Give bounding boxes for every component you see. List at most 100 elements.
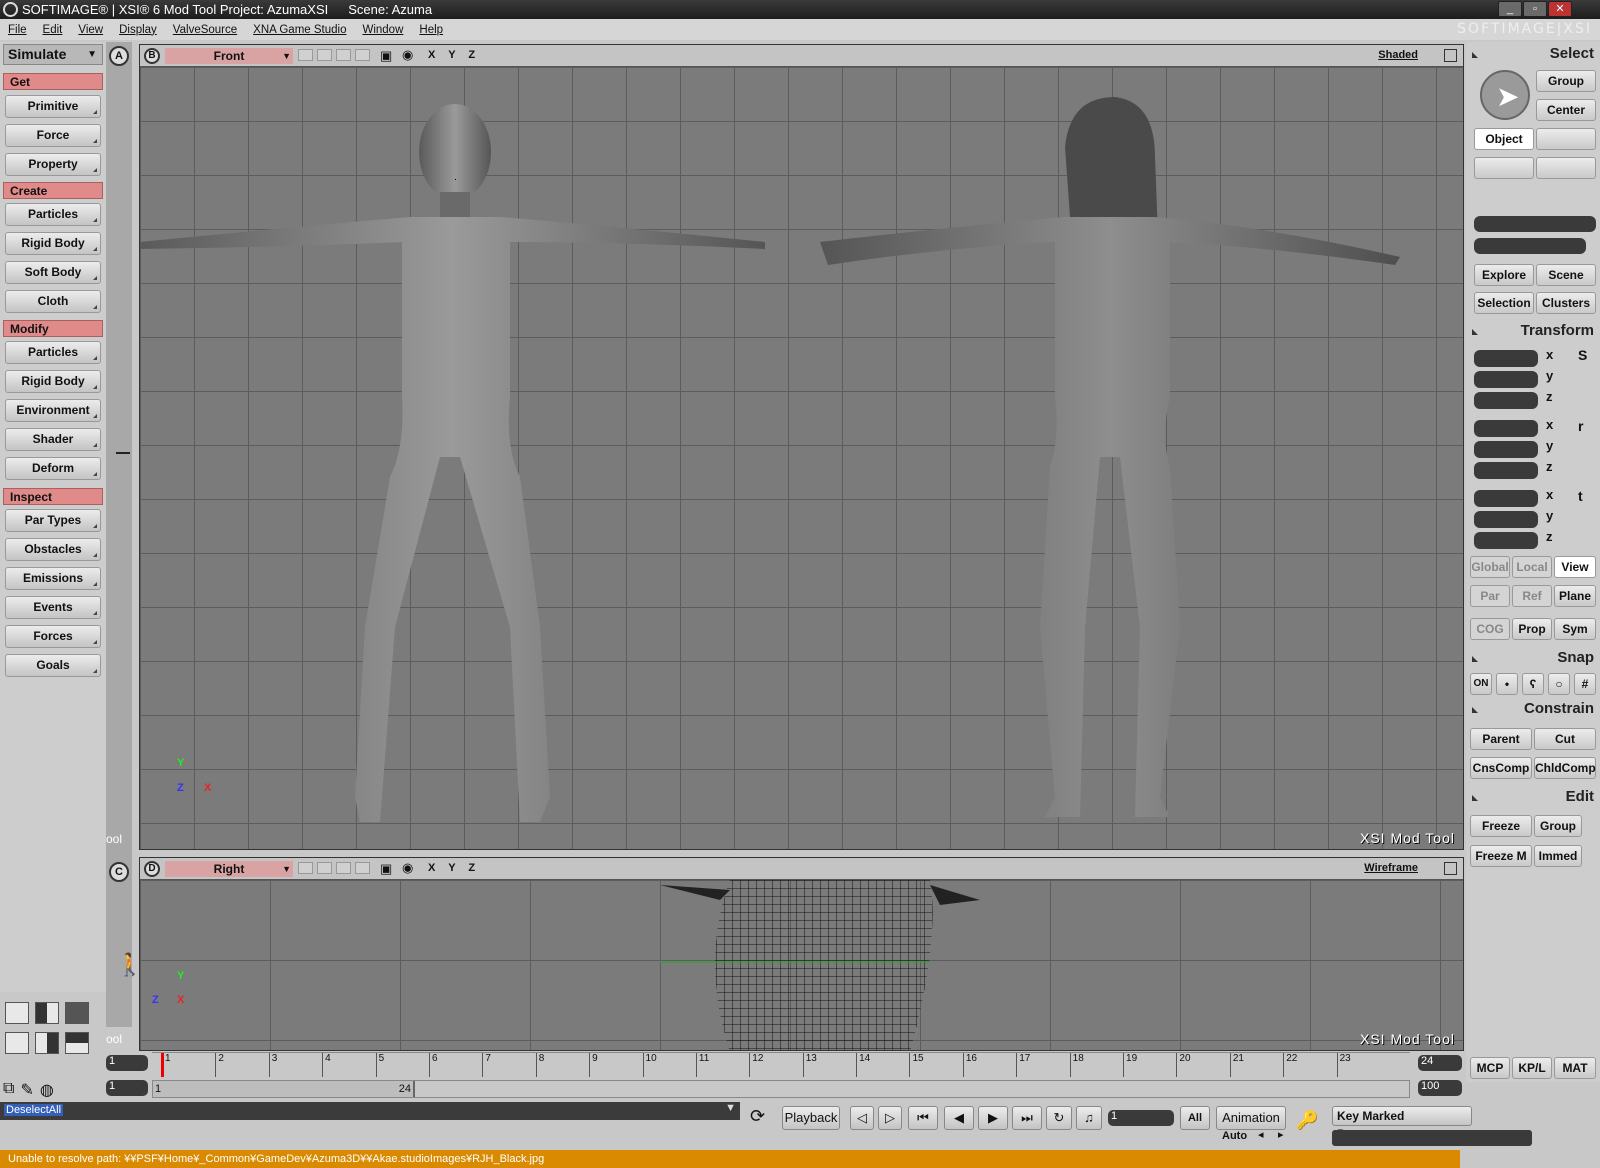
create-cloth-button[interactable]: Cloth (5, 290, 101, 313)
eye-icon[interactable]: ◉ (402, 860, 413, 876)
view-button[interactable]: View (1554, 556, 1596, 578)
toggle-1[interactable] (298, 49, 313, 61)
parameter-field[interactable] (1332, 1130, 1532, 1146)
left-model[interactable] (140, 104, 765, 822)
range-slider[interactable]: 1 24 (152, 1080, 1410, 1098)
select-group-button[interactable]: Group (1536, 70, 1596, 92)
create-particles-button[interactable]: Particles (5, 203, 101, 226)
prev-key-icon[interactable]: ◁ (850, 1106, 874, 1130)
playhead[interactable] (161, 1053, 164, 1077)
last-frame-icon[interactable]: ⏭ (1012, 1106, 1042, 1130)
viewport-camera-select-2[interactable]: Right (165, 861, 293, 877)
key-prev-icon[interactable]: ◂ (1258, 1128, 1264, 1141)
play-backward-icon[interactable]: ◀ (944, 1106, 974, 1130)
ref-button[interactable]: Ref (1512, 585, 1552, 607)
kpl-tab[interactable]: KP/L (1512, 1057, 1552, 1079)
select-object-button[interactable]: Object (1474, 128, 1534, 150)
create-rigid-body-button[interactable]: Rigid Body (5, 232, 101, 255)
animation-menu-button[interactable]: Animation (1216, 1106, 1286, 1130)
mode-selector[interactable]: Simulate ▼ (3, 44, 103, 65)
inspect-forces-button[interactable]: Forces (5, 625, 101, 648)
play-forward-icon[interactable]: ▶ (978, 1106, 1008, 1130)
menu-display[interactable]: Display (119, 24, 157, 36)
inspect-goals-button[interactable]: Goals (5, 654, 101, 677)
mat-tab[interactable]: MAT (1554, 1057, 1596, 1079)
link-icon[interactable]: ⟳ (750, 1106, 765, 1127)
viewport-axis-toggles[interactable]: X Y Z (428, 49, 480, 61)
menu-xna[interactable]: XNA Game Studio (253, 24, 346, 36)
viewport-camera-select[interactable]: Front (165, 48, 293, 64)
toggle-2[interactable] (317, 862, 332, 874)
toggle-2[interactable] (317, 49, 332, 61)
palette-icon[interactable]: ◍ (40, 1080, 54, 1100)
snap-header[interactable]: Snap (1470, 649, 1598, 669)
snap-surface-icon[interactable]: ○ (1548, 673, 1570, 695)
camera-icon[interactable]: ▣ (380, 861, 392, 877)
brush-icon[interactable]: ✎ (20, 1080, 33, 1100)
select-arrow-icon[interactable]: ➤ (1480, 70, 1530, 120)
scale-mode-button[interactable]: S (1578, 347, 1587, 363)
modify-particles-button[interactable]: Particles (5, 341, 101, 364)
explore-button[interactable]: Explore (1474, 264, 1534, 286)
close-button[interactable]: ✕ (1548, 1, 1572, 17)
layout-split-icon[interactable] (35, 1002, 59, 1024)
toggle-1[interactable] (298, 862, 313, 874)
loop-icon[interactable]: ↻ (1046, 1106, 1072, 1130)
get-primitive-button[interactable]: Primitive (5, 95, 101, 118)
viewport-axis-toggles-2[interactable]: X Y Z (428, 862, 480, 874)
cog-button[interactable]: COG (1470, 618, 1510, 640)
viewport-a-toggle[interactable]: A (109, 46, 129, 66)
viewport-b-letter[interactable]: B (144, 48, 160, 64)
inspect-obstacles-button[interactable]: Obstacles (5, 538, 101, 561)
timeline-start-field[interactable]: 1 (106, 1055, 148, 1071)
scale-y-field[interactable] (1474, 371, 1538, 388)
select-center-button[interactable]: Center (1536, 99, 1596, 121)
sym-button[interactable]: Sym (1554, 618, 1596, 640)
rotate-mode-button[interactable]: r (1578, 418, 1583, 434)
select-header[interactable]: Select (1470, 45, 1598, 65)
audio-icon[interactable]: ♫ (1076, 1106, 1102, 1130)
plane-button[interactable]: Plane (1554, 585, 1596, 607)
toggle-4[interactable] (355, 49, 370, 61)
section-get[interactable]: Get (3, 73, 103, 90)
toggle-3[interactable] (336, 862, 351, 874)
select-blank-3[interactable] (1536, 157, 1596, 179)
key-next-icon[interactable]: ▸ (1278, 1128, 1284, 1141)
freeze-m-button[interactable]: Freeze M (1470, 845, 1532, 867)
chldcomp-button[interactable]: ChldComp (1534, 757, 1596, 779)
selection-filter-field[interactable] (1474, 238, 1586, 254)
snap-curve-icon[interactable]: ʕ (1522, 673, 1544, 695)
scene-button[interactable]: Scene (1536, 264, 1596, 286)
create-soft-body-button[interactable]: Soft Body (5, 261, 101, 284)
command-bar[interactable]: DeselectAll ▼ (0, 1102, 740, 1120)
rotate-y-field[interactable] (1474, 441, 1538, 458)
rotate-x-field[interactable] (1474, 420, 1538, 437)
layout-quad-icon[interactable] (5, 1002, 29, 1024)
select-blank-1[interactable] (1536, 128, 1596, 150)
minimize-button[interactable]: _ (1498, 1, 1522, 17)
cnscomp-button[interactable]: CnsComp (1470, 757, 1532, 779)
auto-key-button[interactable]: Auto (1222, 1130, 1247, 1142)
translate-y-field[interactable] (1474, 511, 1538, 528)
menu-edit[interactable]: Edit (43, 24, 63, 36)
inspect-events-button[interactable]: Events (5, 596, 101, 619)
key-marked-parameters-button[interactable]: Key Marked Parameters (1332, 1106, 1472, 1141)
display-mode-select-2[interactable]: Wireframe (1364, 862, 1418, 874)
scale-z-field[interactable] (1474, 392, 1538, 409)
modify-shader-button[interactable]: Shader (5, 428, 101, 451)
translate-z-field[interactable] (1474, 532, 1538, 549)
get-property-button[interactable]: Property (5, 153, 101, 176)
menu-window[interactable]: Window (362, 24, 403, 36)
section-inspect[interactable]: Inspect (3, 488, 103, 505)
splitter-handle-icon[interactable] (116, 452, 130, 454)
inspect-emissions-button[interactable]: Emissions (5, 567, 101, 590)
local-button[interactable]: Local (1512, 556, 1552, 578)
immed-button[interactable]: Immed (1534, 845, 1582, 867)
viewport-front[interactable]: B Front ▣ ◉ X Y Z Shaded Y (139, 44, 1464, 850)
right-model[interactable] (820, 97, 1400, 817)
viewport-right[interactable]: D Right ▣ ◉ X Y Z Wireframe Y Z X XSI Mo… (139, 857, 1464, 1051)
display-mode-select[interactable]: Shaded (1378, 49, 1418, 61)
modify-rigid-body-button[interactable]: Rigid Body (5, 370, 101, 393)
global-button[interactable]: Global (1470, 556, 1510, 578)
playback-button[interactable]: Playback (782, 1106, 840, 1130)
